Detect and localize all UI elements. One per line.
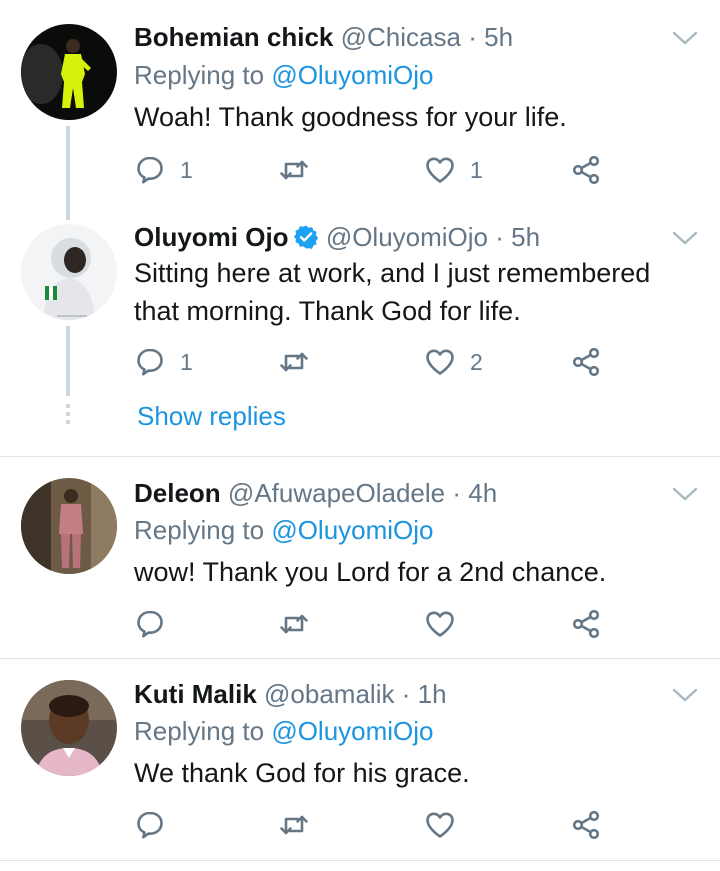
chevron-down-icon[interactable] bbox=[670, 228, 700, 248]
share-button[interactable] bbox=[570, 150, 602, 190]
retweet-button[interactable] bbox=[278, 604, 310, 644]
timestamp[interactable]: 5h bbox=[484, 22, 513, 52]
retweet-icon bbox=[278, 608, 310, 640]
tweet[interactable]: Bohemian chick @Chicasa · 5h Replying to… bbox=[0, 0, 720, 200]
tweet-text: Woah! Thank goodness for your life. bbox=[134, 98, 567, 136]
like-button[interactable] bbox=[424, 604, 456, 644]
tweet-text-line: wow! Thank you Lord for a 2nd chance. bbox=[134, 557, 607, 587]
separator: · bbox=[495, 222, 504, 252]
replying-to: Replying to @OluyomiOjo bbox=[134, 58, 434, 92]
display-name[interactable]: Deleon bbox=[134, 478, 221, 508]
user-handle[interactable]: @OluyomiOjo bbox=[326, 222, 488, 252]
separator: · bbox=[468, 22, 477, 52]
replying-to: Replying to @OluyomiOjo bbox=[134, 513, 434, 547]
tweet-text: Sitting here at work, and I just remembe… bbox=[134, 254, 650, 330]
heart-icon bbox=[424, 346, 456, 378]
like-button[interactable]: 2 bbox=[424, 342, 483, 382]
tweet-actions: 1 2 bbox=[134, 342, 614, 382]
reply-icon bbox=[134, 346, 166, 378]
tweet-header: Deleon @AfuwapeOladele · 4h bbox=[134, 476, 497, 510]
display-name[interactable]: Bohemian chick bbox=[134, 22, 333, 52]
retweet-icon bbox=[278, 346, 310, 378]
show-replies-link[interactable]: Show replies bbox=[137, 401, 286, 432]
verified-badge-icon bbox=[293, 225, 318, 249]
tweet-text-line: Woah! Thank goodness for your life. bbox=[134, 102, 567, 132]
retweet-icon bbox=[278, 809, 310, 841]
retweet-button[interactable] bbox=[278, 342, 310, 382]
tweet-actions: 1 1 bbox=[134, 150, 614, 190]
tweet-text-line: that morning. Thank God for life. bbox=[134, 296, 521, 326]
display-name[interactable]: Oluyomi Ojo bbox=[134, 222, 289, 252]
chevron-down-icon[interactable] bbox=[670, 685, 700, 705]
replying-to: Replying to @OluyomiOjo bbox=[134, 714, 434, 748]
like-count: 1 bbox=[470, 156, 483, 183]
share-icon bbox=[570, 154, 602, 186]
tweet-header: Bohemian chick @Chicasa · 5h bbox=[134, 20, 513, 54]
retweet-icon bbox=[278, 154, 310, 186]
replying-to-label: Replying to bbox=[134, 515, 265, 545]
reply-icon bbox=[134, 809, 166, 841]
reply-icon bbox=[134, 154, 166, 186]
tweet-text-line: Sitting here at work, and I just remembe… bbox=[134, 258, 651, 288]
chevron-down-icon[interactable] bbox=[670, 484, 700, 504]
share-button[interactable] bbox=[570, 342, 602, 382]
divider bbox=[0, 860, 720, 861]
like-button[interactable]: 1 bbox=[424, 150, 483, 190]
heart-icon bbox=[424, 154, 456, 186]
display-name[interactable]: Kuti Malik bbox=[134, 679, 257, 709]
reply-button[interactable] bbox=[134, 805, 166, 845]
reply-count: 1 bbox=[180, 156, 193, 183]
tweet-actions bbox=[134, 604, 614, 644]
heart-icon bbox=[424, 809, 456, 841]
like-button[interactable] bbox=[424, 805, 456, 845]
mention-link[interactable]: @OluyomiOjo bbox=[271, 515, 433, 545]
user-handle[interactable]: @obamalik bbox=[264, 679, 394, 709]
tweet-actions bbox=[134, 805, 614, 845]
share-icon bbox=[570, 608, 602, 640]
tweet-text: We thank God for his grace. bbox=[134, 754, 470, 792]
tweet-header: Kuti Malik @obamalik · 1h bbox=[134, 677, 447, 711]
tweet-header: Oluyomi Ojo @OluyomiOjo · 5h bbox=[134, 220, 540, 254]
share-button[interactable] bbox=[570, 805, 602, 845]
share-icon bbox=[570, 809, 602, 841]
mention-link[interactable]: @OluyomiOjo bbox=[271, 60, 433, 90]
separator: · bbox=[452, 478, 462, 508]
tweet[interactable]: Kuti Malik @obamalik · 1h Replying to @O… bbox=[0, 659, 720, 859]
avatar[interactable] bbox=[21, 224, 117, 320]
tweet-text: wow! Thank you Lord for a 2nd chance. bbox=[134, 553, 606, 591]
avatar[interactable] bbox=[21, 680, 117, 776]
reply-button[interactable]: 1 bbox=[134, 150, 193, 190]
share-icon bbox=[570, 346, 602, 378]
reply-icon bbox=[134, 608, 166, 640]
like-count: 2 bbox=[470, 348, 483, 375]
timestamp[interactable]: 1h bbox=[418, 679, 447, 709]
replying-to-label: Replying to bbox=[134, 60, 265, 90]
avatar[interactable] bbox=[21, 478, 117, 574]
mention-link[interactable]: @OluyomiOjo bbox=[271, 716, 433, 746]
retweet-button[interactable] bbox=[278, 805, 310, 845]
timestamp[interactable]: 5h bbox=[511, 222, 540, 252]
chevron-down-icon[interactable] bbox=[670, 28, 700, 48]
replying-to-label: Replying to bbox=[134, 716, 265, 746]
reply-button[interactable]: 1 bbox=[134, 342, 193, 382]
reply-button[interactable] bbox=[134, 604, 166, 644]
retweet-button[interactable] bbox=[278, 150, 310, 190]
user-handle[interactable]: @Chicasa bbox=[341, 22, 461, 52]
avatar[interactable] bbox=[21, 24, 117, 120]
separator: · bbox=[401, 679, 411, 709]
user-handle[interactable]: @AfuwapeOladele bbox=[228, 478, 445, 508]
timestamp[interactable]: 4h bbox=[468, 478, 497, 508]
tweet[interactable]: Oluyomi Ojo @OluyomiOjo · 5h Sitting her… bbox=[0, 200, 720, 455]
heart-icon bbox=[424, 608, 456, 640]
tweet[interactable]: Deleon @AfuwapeOladele · 4h Replying to … bbox=[0, 457, 720, 657]
tweet-text-line: We thank God for his grace. bbox=[134, 758, 470, 788]
share-button[interactable] bbox=[570, 604, 602, 644]
reply-count: 1 bbox=[180, 348, 193, 375]
